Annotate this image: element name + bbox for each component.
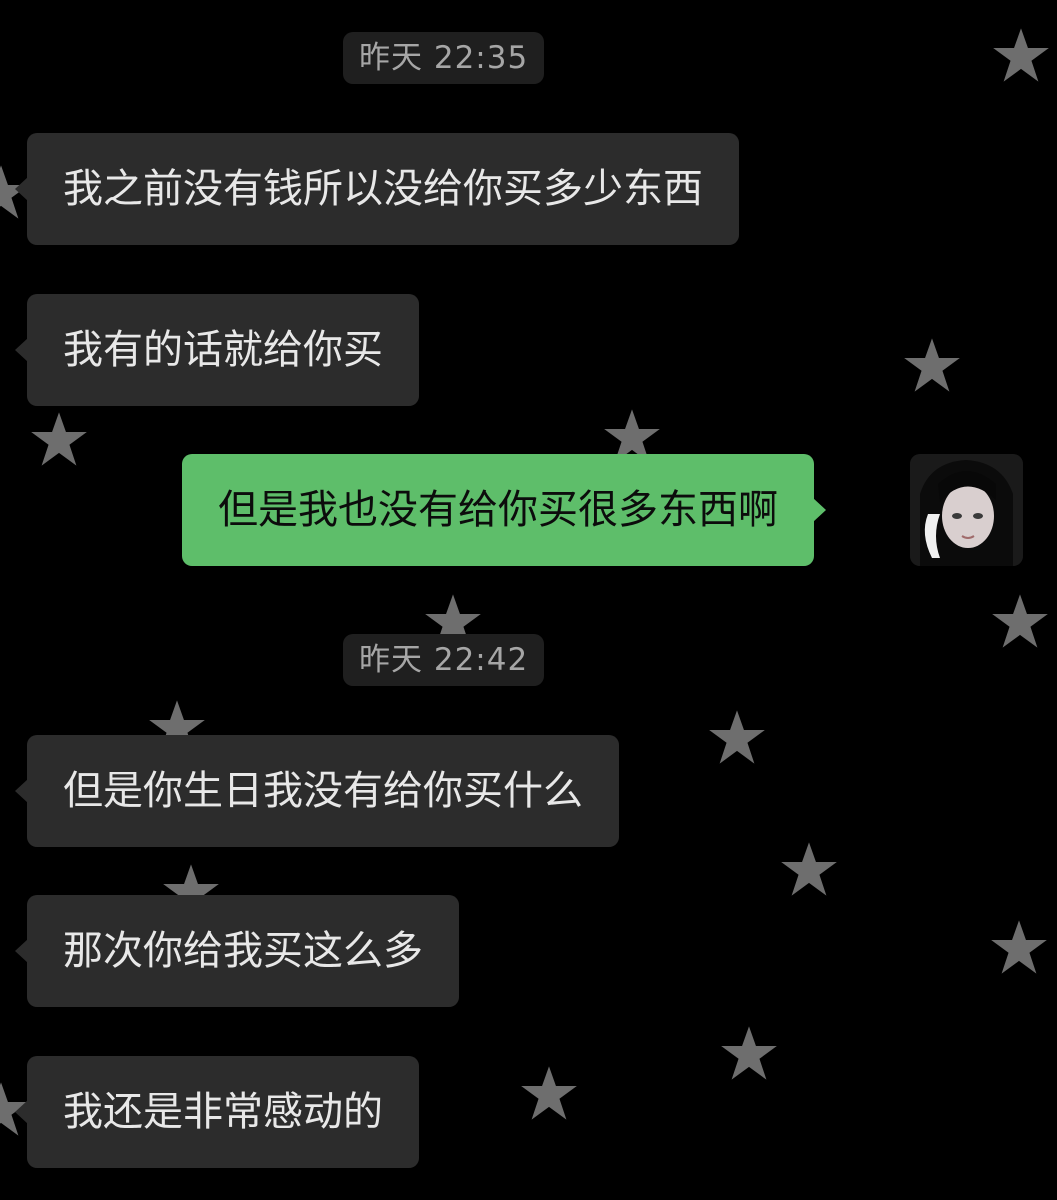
star-icon	[990, 918, 1048, 976]
message-bubble-incoming[interactable]: 我之前没有钱所以没给你买多少东西	[15, 133, 739, 245]
star-icon	[903, 336, 961, 394]
star-icon	[708, 708, 766, 766]
avatar-photo-icon	[910, 454, 1023, 566]
message-bubble-incoming[interactable]: 那次你给我买这么多	[15, 895, 459, 1007]
star-icon	[991, 592, 1049, 650]
timestamp: 昨天 22:35	[343, 32, 545, 84]
message-bubble-outgoing[interactable]: 但是我也没有给你买很多东西啊	[182, 454, 826, 566]
timestamp: 昨天 22:42	[343, 634, 545, 686]
star-icon	[720, 1024, 778, 1082]
message-bubble-incoming[interactable]: 但是你生日我没有给你买什么	[15, 735, 619, 847]
star-icon	[780, 840, 838, 898]
message-bubble-incoming[interactable]: 我有的话就给你买	[15, 294, 419, 406]
star-icon	[992, 26, 1050, 84]
message-bubble-incoming[interactable]: 我还是非常感动的	[15, 1056, 419, 1168]
user-avatar[interactable]	[910, 454, 1023, 566]
star-icon	[520, 1064, 578, 1122]
star-icon	[30, 410, 88, 468]
